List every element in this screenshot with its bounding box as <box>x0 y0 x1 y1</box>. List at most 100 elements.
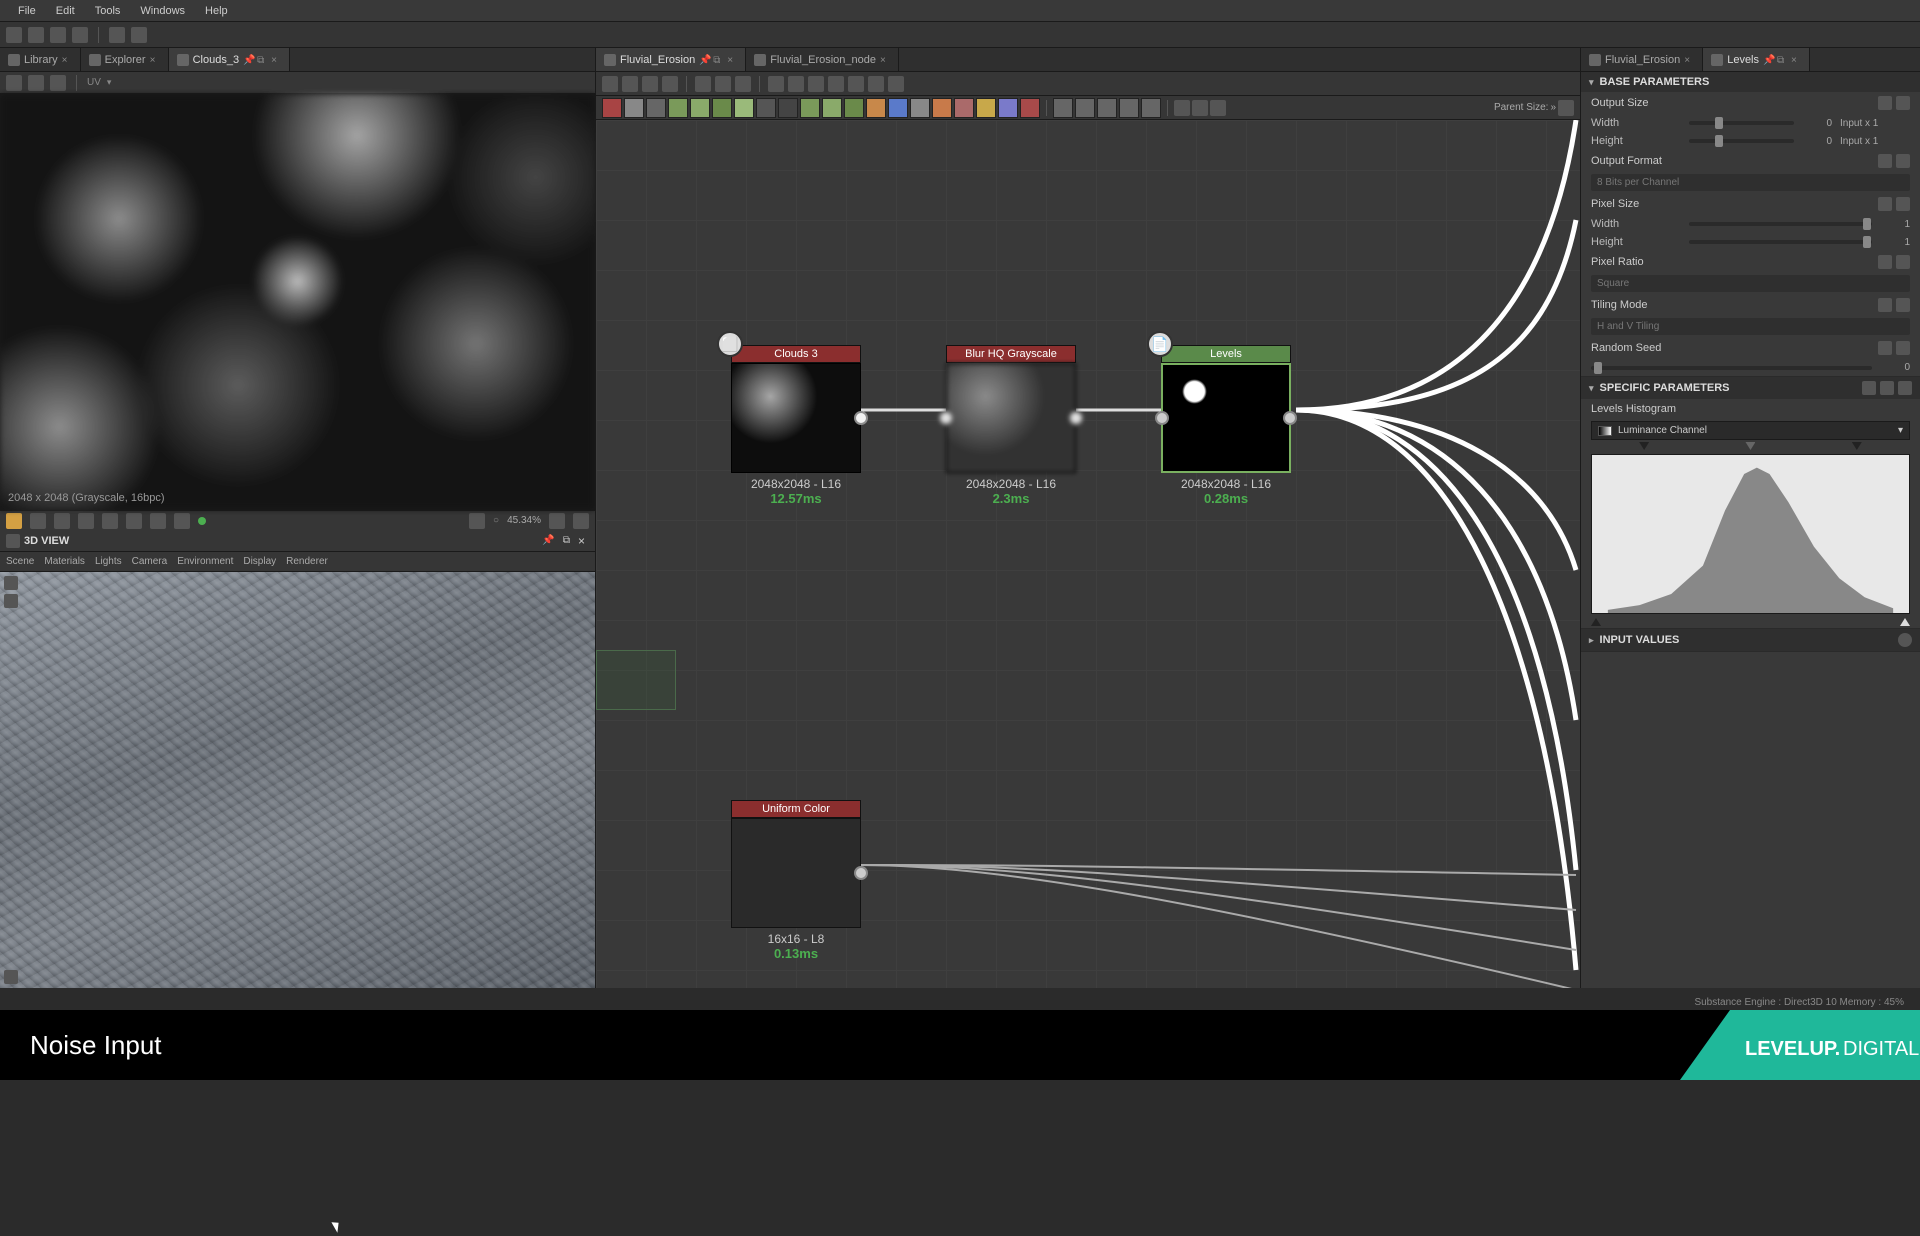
node-icon[interactable] <box>646 98 666 118</box>
popout-icon[interactable]: ⧉ <box>257 55 267 65</box>
node-icon[interactable] <box>954 98 974 118</box>
node-icon[interactable] <box>1075 98 1095 118</box>
menu-environment[interactable]: Environment <box>177 556 233 567</box>
reset-icon[interactable] <box>1896 298 1910 312</box>
node-icon[interactable] <box>734 98 754 118</box>
histogram-input-markers[interactable] <box>1591 442 1910 450</box>
input-port[interactable] <box>1155 411 1169 425</box>
output-format-value[interactable]: 8 Bits per Channel <box>1591 174 1910 191</box>
specific-parameters-header[interactable]: ▾SPECIFIC PARAMETERS <box>1581 377 1920 399</box>
tab-fluvial-erosion-node[interactable]: Fluvial_Erosion_node× <box>746 48 899 71</box>
pixel-ratio-value[interactable]: Square <box>1591 275 1910 292</box>
node-icon[interactable] <box>932 98 952 118</box>
opt-icon[interactable] <box>1898 381 1912 395</box>
pin-icon[interactable]: 📌 <box>1763 55 1773 65</box>
parent-size-icon[interactable]: » <box>1550 102 1556 113</box>
edit-icon[interactable] <box>848 76 864 92</box>
tab-levels-props[interactable]: Levels📌⧉× <box>1703 48 1810 71</box>
menu-file[interactable]: File <box>8 3 46 19</box>
node-icon[interactable] <box>866 98 886 118</box>
node-graph[interactable]: ⬜ Clouds 3 2048x2048 - L16 12.57ms Blur … <box>596 120 1580 988</box>
zoom-100-icon[interactable] <box>735 76 751 92</box>
node-blur-hq[interactable]: Blur HQ Grayscale 2048x2048 - L16 2.3ms <box>946 345 1076 506</box>
link-icon[interactable] <box>788 76 804 92</box>
camera-icon[interactable] <box>4 576 18 590</box>
reset-icon[interactable] <box>1896 154 1910 168</box>
node-icon[interactable] <box>1097 98 1117 118</box>
node-icon[interactable] <box>910 98 930 118</box>
node-icon[interactable] <box>690 98 710 118</box>
popout-icon[interactable]: ⧉ <box>713 55 723 65</box>
output-port[interactable] <box>1283 411 1297 425</box>
opt-icon[interactable] <box>1898 633 1912 647</box>
reset-icon[interactable] <box>1896 197 1910 211</box>
menu-windows[interactable]: Windows <box>130 3 195 19</box>
frame[interactable] <box>596 650 676 710</box>
tiling-mode-value[interactable]: H and V Tiling <box>1591 318 1910 335</box>
tab-fluvial-erosion[interactable]: Fluvial_Erosion📌⧉× <box>596 48 746 71</box>
align-icon[interactable] <box>768 76 784 92</box>
menu-edit[interactable]: Edit <box>46 3 85 19</box>
height-slider[interactable] <box>1689 139 1794 143</box>
info-icon[interactable] <box>662 76 678 92</box>
redo-icon[interactable] <box>131 27 147 43</box>
width-slider[interactable] <box>1689 121 1794 125</box>
node-icon[interactable] <box>976 98 996 118</box>
target-icon[interactable] <box>469 513 485 529</box>
refresh-icon[interactable] <box>28 27 44 43</box>
menu-lights[interactable]: Lights <box>95 556 122 567</box>
reset-icon[interactable] <box>1896 96 1910 110</box>
popout-icon[interactable]: ⧉ <box>1777 55 1787 65</box>
menu-scene[interactable]: Scene <box>6 556 34 567</box>
pin-icon[interactable]: 📌 <box>243 55 253 65</box>
close-icon[interactable]: × <box>1791 55 1801 65</box>
opt-icon[interactable] <box>1862 381 1876 395</box>
output-port[interactable] <box>1069 411 1083 425</box>
home-icon[interactable] <box>6 27 22 43</box>
timing-icon[interactable] <box>1174 100 1190 116</box>
node-icon[interactable] <box>998 98 1018 118</box>
width-slider[interactable] <box>1689 222 1872 226</box>
node-icon[interactable] <box>778 98 798 118</box>
open-icon[interactable] <box>50 27 66 43</box>
node-icon[interactable] <box>844 98 864 118</box>
close-icon[interactable]: × <box>880 55 890 65</box>
flow-icon[interactable] <box>1192 100 1208 116</box>
select-icon[interactable] <box>602 76 618 92</box>
node-icon[interactable] <box>668 98 688 118</box>
properties-badge-icon[interactable]: 📄 <box>1147 331 1173 357</box>
menu-help[interactable]: Help <box>195 3 238 19</box>
view-3d[interactable] <box>0 572 595 988</box>
lock-icon[interactable] <box>573 513 589 529</box>
tile-icon[interactable] <box>78 513 94 529</box>
menu-display[interactable]: Display <box>243 556 276 567</box>
view2d-badge-icon[interactable]: ⬜ <box>717 331 743 357</box>
channel-icon[interactable] <box>30 513 46 529</box>
node-icon[interactable] <box>1020 98 1040 118</box>
pin-icon[interactable]: 📌 <box>542 535 554 546</box>
height-slider[interactable] <box>1689 240 1872 244</box>
popout-icon[interactable]: ⧉ <box>563 535 570 546</box>
menu-camera[interactable]: Camera <box>132 556 168 567</box>
reset-icon[interactable] <box>1896 341 1910 355</box>
node-uniform-color[interactable]: Uniform Color 16x16 - L8 0.13ms <box>731 800 861 961</box>
output-port[interactable] <box>854 411 868 425</box>
close-icon[interactable]: × <box>62 55 72 65</box>
histogram-output-markers[interactable] <box>1591 618 1910 626</box>
output-port[interactable] <box>854 866 868 880</box>
info-icon[interactable] <box>50 75 66 91</box>
tab-fluvial-erosion-props[interactable]: Fluvial_Erosion× <box>1581 48 1703 71</box>
link-icon[interactable] <box>1878 154 1892 168</box>
zoom-fit-icon[interactable] <box>715 76 731 92</box>
input-values-header[interactable]: ▸INPUT VALUES <box>1581 629 1920 651</box>
comment-icon[interactable] <box>888 76 904 92</box>
link-icon[interactable] <box>1878 341 1892 355</box>
expand-icon[interactable] <box>549 513 565 529</box>
settings-icon[interactable] <box>1558 100 1574 116</box>
base-parameters-header[interactable]: ▾BASE PARAMETERS <box>1581 72 1920 92</box>
undo-icon[interactable] <box>109 27 125 43</box>
node-icon[interactable] <box>800 98 820 118</box>
save-image-icon[interactable] <box>6 75 22 91</box>
link-icon[interactable] <box>1878 255 1892 269</box>
menu-tools[interactable]: Tools <box>85 3 131 19</box>
